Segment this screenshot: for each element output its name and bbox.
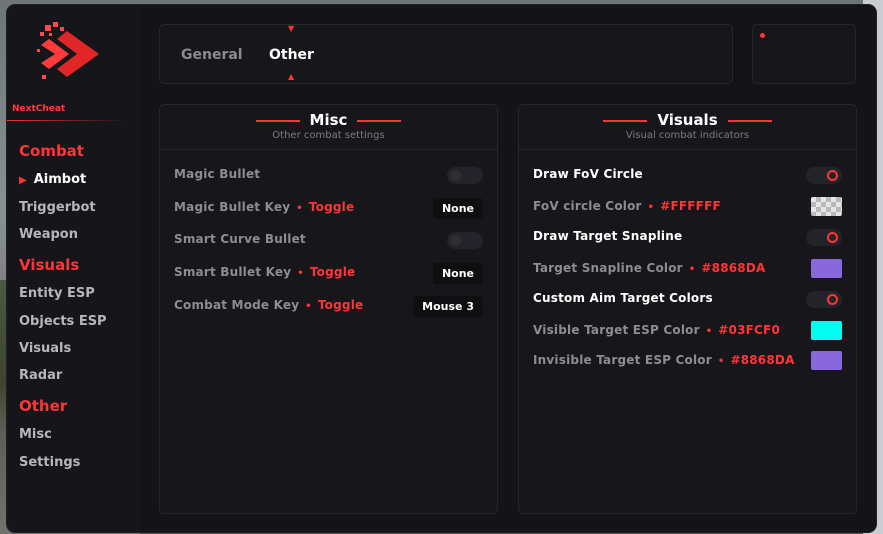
setting-label: Invisible Target ESP Color • #8868DA <box>533 353 795 367</box>
tab-bar: General Other ▼ ▲ <box>159 24 733 84</box>
sidebar-item-visuals[interactable]: Visuals <box>19 341 71 356</box>
panel-subtitle: Other combat settings <box>272 130 385 141</box>
setting-label: Smart Bullet Key • Toggle <box>174 265 356 279</box>
nav-section-other: Other <box>19 397 68 415</box>
panel-title: Visuals <box>519 111 856 129</box>
draw-target-snapline-toggle[interactable] <box>806 229 842 246</box>
setting-label: Draw Target Snapline <box>533 229 683 243</box>
target-snapline-color-swatch[interactable] <box>811 259 842 278</box>
setting-combat-mode-key: Combat Mode Key • Toggle Mouse 3 <box>174 295 483 317</box>
sidebar-item-triggerbot[interactable]: Triggerbot <box>19 200 96 215</box>
sidebar-item-radar[interactable]: Radar <box>19 368 62 383</box>
panel-header: Visuals Visual combat indicators <box>519 105 856 150</box>
fov-circle-color-swatch[interactable] <box>811 197 842 216</box>
invisible-target-esp-color-swatch[interactable] <box>811 351 842 370</box>
active-tab-down-icon: ▼ <box>288 24 295 33</box>
setting-smart-bullet-key: Smart Bullet Key • Toggle None <box>174 262 483 284</box>
magic-bullet-toggle[interactable] <box>447 167 483 184</box>
status-box <box>752 24 856 84</box>
brand-logo-icon <box>37 22 99 79</box>
setting-label: Custom Aim Target Colors <box>533 291 713 305</box>
setting-custom-aim-target-colors: Custom Aim Target Colors <box>533 288 842 310</box>
setting-draw-target-snapline: Draw Target Snapline <box>533 226 842 248</box>
combat-mode-key-button[interactable]: Mouse 3 <box>413 296 483 317</box>
setting-smart-curve-bullet: Smart Curve Bullet <box>174 229 483 251</box>
sidebar-item-weapon[interactable]: Weapon <box>19 227 78 242</box>
setting-magic-bullet: Magic Bullet <box>174 164 483 186</box>
panel-subtitle: Visual combat indicators <box>625 130 750 141</box>
visuals-panel: Visuals Visual combat indicators Draw Fo… <box>518 104 857 514</box>
sidebar-item-label: Aimbot <box>33 172 87 187</box>
setting-label: Combat Mode Key • Toggle <box>174 298 364 312</box>
nav-section-visuals: Visuals <box>19 256 80 274</box>
draw-fov-circle-toggle[interactable] <box>806 167 842 184</box>
sidebar: NextCheat Combat ▶ Aimbot Triggerbot Weap… <box>7 5 139 532</box>
nav-section-combat: Combat <box>19 142 84 160</box>
setting-invisible-target-esp-color: Invisible Target ESP Color • #8868DA <box>533 350 842 372</box>
active-tab-up-icon: ▲ <box>288 72 295 81</box>
visible-target-esp-color-swatch[interactable] <box>811 321 842 340</box>
sidebar-item-aimbot[interactable]: ▶ Aimbot <box>19 172 86 187</box>
setting-label: Magic Bullet Key • Toggle <box>174 200 355 214</box>
brand-divider <box>7 120 127 121</box>
setting-magic-bullet-key: Magic Bullet Key • Toggle None <box>174 197 483 219</box>
sidebar-item-entity-esp[interactable]: Entity ESP <box>19 286 95 301</box>
custom-aim-target-colors-toggle[interactable] <box>806 291 842 308</box>
misc-panel: Misc Other combat settings Magic Bullet … <box>159 104 498 514</box>
setting-label: Target Snapline Color • #8868DA <box>533 261 766 275</box>
brand-name: NextCheat <box>12 104 66 114</box>
setting-label: FoV circle Color • #FFFFFF <box>533 199 721 213</box>
smart-bullet-key-button[interactable]: None <box>432 263 483 284</box>
panel-title: Misc <box>160 111 497 129</box>
sidebar-item-objects-esp[interactable]: Objects ESP <box>19 314 107 329</box>
setting-label: Visible Target ESP Color • #03FCF0 <box>533 323 781 337</box>
setting-fov-circle-color: FoV circle Color • #FFFFFF <box>533 196 842 218</box>
setting-label: Draw FoV Circle <box>533 167 643 181</box>
setting-label: Smart Curve Bullet <box>174 232 306 246</box>
cheat-menu-window: NextCheat Combat ▶ Aimbot Triggerbot Weap… <box>7 5 876 532</box>
setting-draw-fov-circle: Draw FoV Circle <box>533 164 842 186</box>
setting-visible-target-esp-color: Visible Target ESP Color • #03FCF0 <box>533 320 842 342</box>
active-arrow-icon: ▶ <box>19 175 27 186</box>
tab-general[interactable]: General <box>181 47 243 63</box>
setting-label: Magic Bullet <box>174 167 261 181</box>
sidebar-item-misc[interactable]: Misc <box>19 427 52 442</box>
sidebar-item-settings[interactable]: Settings <box>19 455 80 470</box>
status-dot-icon <box>760 33 765 38</box>
magic-bullet-key-button[interactable]: None <box>432 198 483 219</box>
panel-header: Misc Other combat settings <box>160 105 497 150</box>
tab-other[interactable]: Other <box>269 47 314 63</box>
setting-target-snapline-color: Target Snapline Color • #8868DA <box>533 258 842 280</box>
smart-curve-bullet-toggle[interactable] <box>447 232 483 249</box>
